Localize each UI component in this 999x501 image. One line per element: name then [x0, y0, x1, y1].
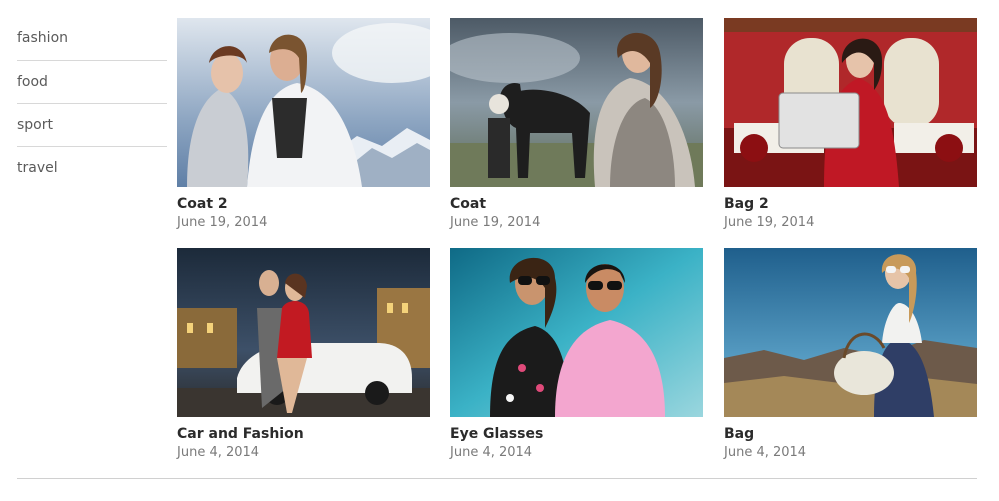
post-image [177, 248, 430, 417]
post-title[interactable]: Coat 2 [177, 196, 430, 213]
post-card: Eye Glasses June 4, 2014 [450, 248, 703, 461]
post-thumbnail[interactable] [450, 248, 703, 417]
post-image [450, 18, 703, 187]
post-date: June 19, 2014 [177, 215, 268, 230]
category-sidebar: fashion food sport travel [17, 18, 167, 189]
post-image [177, 18, 430, 187]
post-date: June 4, 2014 [177, 445, 260, 460]
post-card: Coat 2 June 19, 2014 [177, 18, 430, 231]
post-thumbnail[interactable] [450, 18, 703, 187]
post-thumbnail[interactable] [724, 248, 977, 417]
post-thumbnail[interactable] [724, 18, 977, 187]
post-card: Coat June 19, 2014 [450, 18, 703, 231]
post-date: June 4, 2014 [450, 445, 533, 460]
post-card: Bag 2 June 19, 2014 [724, 18, 977, 231]
post-title[interactable]: Bag [724, 426, 977, 443]
post-title[interactable]: Coat [450, 196, 703, 213]
category-link-fashion[interactable]: fashion [17, 18, 167, 61]
post-date: June 4, 2014 [724, 445, 807, 460]
post-title[interactable]: Eye Glasses [450, 426, 703, 443]
post-card: Car and Fashion June 4, 2014 [177, 248, 430, 461]
post-image [450, 248, 703, 417]
post-date: June 19, 2014 [450, 215, 541, 230]
post-thumbnail[interactable] [177, 18, 430, 187]
footer-divider [17, 478, 977, 479]
category-link-sport[interactable]: sport [17, 104, 167, 147]
post-image [724, 248, 977, 417]
post-image [724, 18, 977, 187]
post-title[interactable]: Car and Fashion [177, 426, 430, 443]
post-date: June 19, 2014 [724, 215, 815, 230]
post-thumbnail[interactable] [177, 248, 430, 417]
post-title[interactable]: Bag 2 [724, 196, 977, 213]
category-link-food[interactable]: food [17, 61, 167, 104]
category-link-travel[interactable]: travel [17, 147, 167, 189]
post-card: Bag June 4, 2014 [724, 248, 977, 461]
